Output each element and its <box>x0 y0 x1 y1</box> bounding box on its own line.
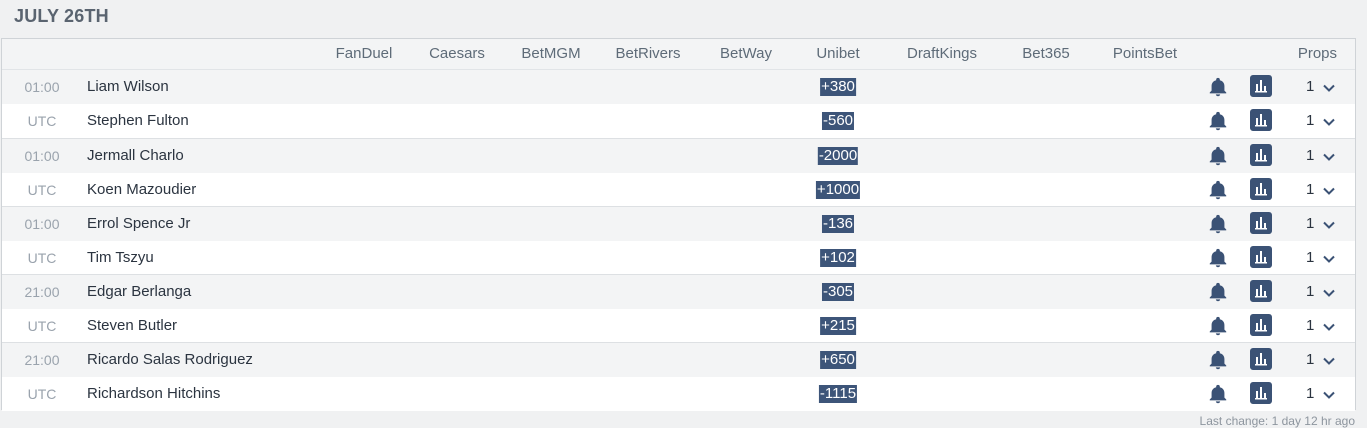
fighter-row[interactable]: UTC Richardson Hitchins -1115 1 <box>2 377 1355 411</box>
event-timezone: UTC <box>27 318 57 334</box>
last-change-text: Last change: 1 day 12 hr ago <box>1199 414 1355 428</box>
odds-value[interactable]: +650 <box>820 351 856 369</box>
bell-icon[interactable] <box>1207 383 1229 405</box>
fighter-name[interactable]: Steven Butler <box>87 309 177 343</box>
book-fanduel[interactable]: FanDuel <box>336 39 393 69</box>
bell-icon[interactable] <box>1207 76 1229 98</box>
fighter-row[interactable]: 01:00 Jermall Charlo -2000 1 <box>2 139 1355 173</box>
props-count: 1 <box>1306 351 1315 368</box>
stats-icon[interactable] <box>1250 178 1272 200</box>
chevron-down-icon[interactable] <box>1322 81 1336 95</box>
book-betmgm[interactable]: BetMGM <box>521 39 580 69</box>
event-time: 01:00 <box>24 148 60 164</box>
props-count: 1 <box>1306 147 1315 164</box>
stats-icon[interactable] <box>1250 348 1272 370</box>
stats-icon[interactable] <box>1250 144 1272 166</box>
fighter-name[interactable]: Tim Tszyu <box>87 241 154 275</box>
fighter-row[interactable]: 21:00 Ricardo Salas Rodriguez +650 1 <box>2 343 1355 377</box>
event-time: 01:00 <box>24 216 60 232</box>
stats-icon[interactable] <box>1250 246 1272 268</box>
fighter-row[interactable]: UTC Tim Tszyu +102 1 <box>2 241 1355 275</box>
fighter-name[interactable]: Errol Spence Jr <box>87 207 190 241</box>
fighter-name[interactable]: Ricardo Salas Rodriguez <box>87 343 253 377</box>
stats-icon[interactable] <box>1250 109 1272 131</box>
odds-table: FanDuel Caesars BetMGM BetRivers BetWay … <box>1 38 1356 411</box>
fighter-row[interactable]: 21:00 Edgar Berlanga -305 1 <box>2 275 1355 309</box>
chevron-down-icon[interactable] <box>1322 286 1336 300</box>
event-time: 21:00 <box>24 352 60 368</box>
event-block: 21:00 Ricardo Salas Rodriguez +650 1 UTC… <box>2 342 1355 411</box>
stats-icon[interactable] <box>1250 314 1272 336</box>
event-timezone: UTC <box>27 250 57 266</box>
bell-icon[interactable] <box>1207 315 1229 337</box>
props-count: 1 <box>1306 78 1315 95</box>
bell-icon[interactable] <box>1207 349 1229 371</box>
chevron-down-icon[interactable] <box>1322 388 1336 402</box>
props-count: 1 <box>1306 385 1315 402</box>
stats-icon[interactable] <box>1250 75 1272 97</box>
book-bet365[interactable]: Bet365 <box>1022 39 1070 69</box>
fighter-row[interactable]: UTC Stephen Fulton -560 1 <box>2 104 1355 138</box>
fighter-row[interactable]: 01:00 Liam Wilson +380 1 <box>2 70 1355 104</box>
odds-value[interactable]: +102 <box>820 249 856 267</box>
odds-value[interactable]: -305 <box>821 283 855 301</box>
book-betrivers[interactable]: BetRivers <box>615 39 680 69</box>
fighter-name[interactable]: Liam Wilson <box>87 70 169 104</box>
odds-value[interactable]: +1000 <box>815 181 861 199</box>
book-pointsbet[interactable]: PointsBet <box>1113 39 1177 69</box>
chevron-down-icon[interactable] <box>1322 150 1336 164</box>
props-count: 1 <box>1306 317 1315 334</box>
bell-icon[interactable] <box>1207 213 1229 235</box>
book-unibet[interactable]: Unibet <box>816 39 859 69</box>
bell-icon[interactable] <box>1207 247 1229 269</box>
fighter-name[interactable]: Stephen Fulton <box>87 104 189 138</box>
odds-value[interactable]: -560 <box>821 112 855 130</box>
props-count: 1 <box>1306 283 1315 300</box>
bell-icon[interactable] <box>1207 110 1229 132</box>
fighter-row[interactable]: UTC Koen Mazoudier +1000 1 <box>2 173 1355 207</box>
chevron-down-icon[interactable] <box>1322 184 1336 198</box>
props-count: 1 <box>1306 181 1315 198</box>
book-draftkings[interactable]: DraftKings <box>907 39 977 69</box>
odds-value[interactable]: -2000 <box>817 147 859 165</box>
odds-value[interactable]: +380 <box>820 78 856 96</box>
fighter-row[interactable]: 01:00 Errol Spence Jr -136 1 <box>2 207 1355 241</box>
props-header: Props <box>1297 45 1337 62</box>
fighter-row[interactable]: UTC Steven Butler +215 1 <box>2 309 1355 343</box>
event-timezone: UTC <box>27 182 57 198</box>
chevron-down-icon[interactable] <box>1322 252 1336 266</box>
bell-icon[interactable] <box>1207 179 1229 201</box>
odds-value[interactable]: +215 <box>820 317 856 335</box>
sportsbook-header: FanDuel Caesars BetMGM BetRivers BetWay … <box>2 39 1355 70</box>
book-betway[interactable]: BetWay <box>720 39 772 69</box>
props-count: 1 <box>1306 112 1315 129</box>
props-count: 1 <box>1306 249 1315 266</box>
event-timezone: UTC <box>27 386 57 402</box>
odds-value[interactable]: -136 <box>821 215 855 233</box>
event-time: 01:00 <box>24 79 60 95</box>
fighter-name[interactable]: Richardson Hitchins <box>87 377 220 411</box>
stats-icon[interactable] <box>1250 212 1272 234</box>
chevron-down-icon[interactable] <box>1322 218 1336 232</box>
event-block: 01:00 Errol Spence Jr -136 1 UTC Tim Tsz… <box>2 206 1355 275</box>
event-block: 01:00 Jermall Charlo -2000 1 UTC Koen Ma… <box>2 138 1355 207</box>
chevron-down-icon[interactable] <box>1322 320 1336 334</box>
odds-value[interactable]: -1115 <box>818 385 858 403</box>
chevron-down-icon[interactable] <box>1322 115 1336 129</box>
bell-icon[interactable] <box>1207 145 1229 167</box>
fighter-name[interactable]: Koen Mazoudier <box>87 173 196 207</box>
date-heading: JULY 26TH <box>14 6 109 26</box>
stats-icon[interactable] <box>1250 382 1272 404</box>
props-count: 1 <box>1306 215 1315 232</box>
event-block: 21:00 Edgar Berlanga -305 1 UTC Steven B… <box>2 274 1355 343</box>
event-timezone: UTC <box>27 113 57 129</box>
event-block: 01:00 Liam Wilson +380 1 UTC Stephen Ful… <box>2 70 1355 138</box>
chevron-down-icon[interactable] <box>1322 354 1336 368</box>
stats-icon[interactable] <box>1250 280 1272 302</box>
event-time: 21:00 <box>24 284 60 300</box>
fighter-name[interactable]: Edgar Berlanga <box>87 275 191 309</box>
book-caesars[interactable]: Caesars <box>429 39 485 69</box>
bell-icon[interactable] <box>1207 281 1229 303</box>
fighter-name[interactable]: Jermall Charlo <box>87 139 184 173</box>
